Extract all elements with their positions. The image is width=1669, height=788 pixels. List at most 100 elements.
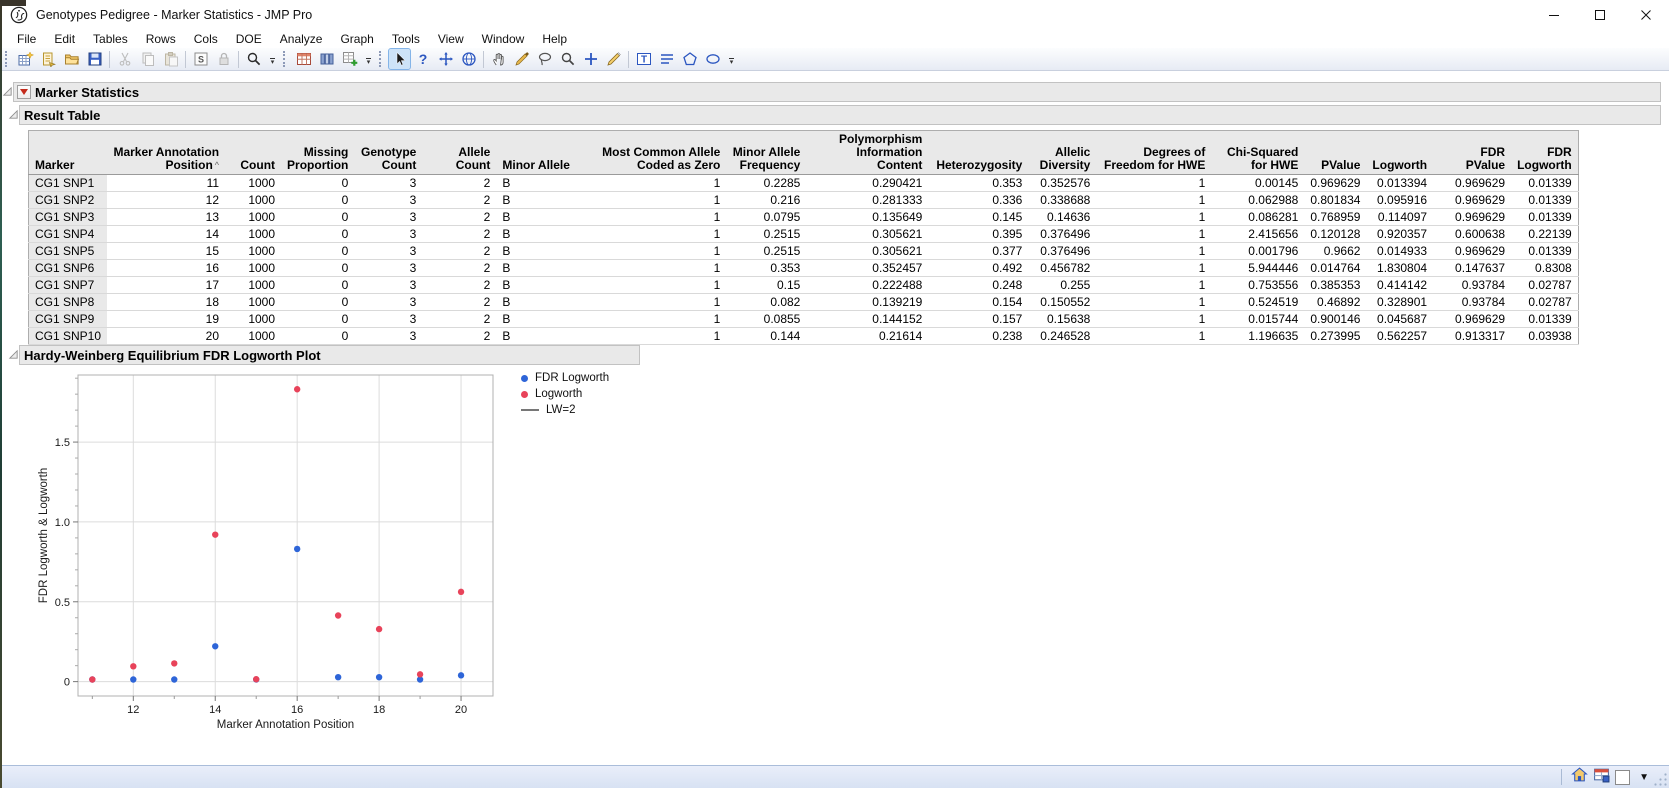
toolbar-drag-handle[interactable] <box>283 51 288 67</box>
search-icon[interactable] <box>243 49 264 69</box>
column-header[interactable]: Count <box>225 131 281 175</box>
toolbar-overflow-arrow[interactable]: ▾ <box>267 50 278 68</box>
lock-icon[interactable] <box>213 49 234 69</box>
move-tool-icon[interactable] <box>435 49 456 69</box>
table-row[interactable]: CG1 SNP9191000032B10.08550.1441520.1570.… <box>29 311 1579 328</box>
table-row[interactable]: CG1 SNP6161000032B10.3530.3524570.4920.4… <box>29 260 1579 277</box>
polygon-annotation-icon[interactable] <box>679 49 700 69</box>
menu-doe[interactable]: DOE <box>227 31 271 47</box>
table-row[interactable]: CG1 SNP1111000032B10.22850.2904210.3530.… <box>29 175 1579 192</box>
script-window-icon[interactable]: S <box>190 49 211 69</box>
table-row[interactable]: CG1 SNP3131000032B10.07950.1356490.1450.… <box>29 209 1579 226</box>
text-annotation-icon[interactable]: T <box>633 49 654 69</box>
outline-disclosure-icon[interactable] <box>2 86 13 97</box>
table-row[interactable]: CG1 SNP5151000032B10.25150.3056210.3770.… <box>29 243 1579 260</box>
save-icon[interactable] <box>84 49 105 69</box>
column-header[interactable]: Allele Count <box>422 131 496 175</box>
resize-grip[interactable] <box>1654 773 1668 787</box>
menu-cols[interactable]: Cols <box>185 31 227 47</box>
menu-rows[interactable]: Rows <box>137 31 185 47</box>
maximize-button[interactable] <box>1577 0 1623 30</box>
status-toggle[interactable] <box>1615 770 1630 785</box>
column-header[interactable]: Heterozygosity <box>928 131 1028 175</box>
table-cell: 2.415656 <box>1211 226 1304 243</box>
column-header[interactable]: Allelic Diversity <box>1028 131 1096 175</box>
column-header[interactable]: Logworth <box>1366 131 1433 175</box>
window-manager-icon[interactable] <box>1593 766 1610 788</box>
menu-edit[interactable]: Edit <box>45 31 84 47</box>
help-tool-icon[interactable]: ? <box>412 49 433 69</box>
marker-statistics-header[interactable]: Marker Statistics <box>13 82 1661 102</box>
outline-disclosure-icon[interactable] <box>8 109 19 120</box>
toolbar-overflow-arrow[interactable]: ▾ <box>363 50 374 68</box>
grabber-tool-icon[interactable] <box>488 49 509 69</box>
close-button[interactable] <box>1623 0 1669 30</box>
table-cell: 2 <box>422 175 496 192</box>
menu-analyze[interactable]: Analyze <box>271 31 332 47</box>
column-header[interactable]: Minor Allele <box>496 131 591 175</box>
table-row[interactable]: CG1 SNP8181000032B10.0820.1392190.1540.1… <box>29 294 1579 311</box>
annotate-pencil-icon[interactable] <box>603 49 624 69</box>
data-table-icon[interactable] <box>293 49 314 69</box>
dropdown-arrow-icon[interactable]: ▼ <box>1639 772 1649 783</box>
table-cell: 2 <box>422 294 496 311</box>
hwe-plot-header[interactable]: Hardy-Weinberg Equilibrium FDR Logworth … <box>19 345 640 365</box>
column-header[interactable]: Degrees of Freedom for HWE <box>1096 131 1211 175</box>
table-row[interactable]: CG1 SNP7171000032B10.150.2224880.2480.25… <box>29 277 1579 294</box>
column-header[interactable]: FDR Logworth <box>1511 131 1578 175</box>
home-icon[interactable] <box>1571 766 1588 788</box>
table-cell: 0.00145 <box>1211 175 1304 192</box>
legend-item[interactable]: LW=2 <box>521 403 609 417</box>
cut-icon[interactable] <box>114 49 135 69</box>
menu-window[interactable]: Window <box>473 31 534 47</box>
result-table-header[interactable]: Result Table <box>19 105 1661 125</box>
toolbar-drag-handle[interactable] <box>5 51 10 67</box>
column-header[interactable]: Chi-Squared for HWE <box>1211 131 1304 175</box>
menu-graph[interactable]: Graph <box>331 31 382 47</box>
minimize-button[interactable] <box>1531 0 1577 30</box>
add-rows-icon[interactable] <box>339 49 360 69</box>
lasso-tool-icon[interactable] <box>534 49 555 69</box>
select-points-icon[interactable] <box>458 49 479 69</box>
open-icon[interactable] <box>61 49 82 69</box>
new-journal-icon[interactable] <box>38 49 59 69</box>
column-header[interactable]: Marker <box>29 131 108 175</box>
red-triangle-menu-icon[interactable] <box>17 85 31 99</box>
legend-item[interactable]: FDR Logworth <box>521 371 609 385</box>
result-table[interactable]: MarkerMarker Annotation Position^CountMi… <box>28 130 1579 345</box>
menu-help[interactable]: Help <box>533 31 576 47</box>
toolbar-drag-handle[interactable] <box>379 51 384 67</box>
column-header[interactable]: PValue <box>1304 131 1366 175</box>
lines-annotation-icon[interactable] <box>656 49 677 69</box>
table-row[interactable]: CG1 SNP4141000032B10.25150.3056210.3950.… <box>29 226 1579 243</box>
hwe-plot-svg[interactable]: 121416182000.51.01.5Marker Annotation Po… <box>35 368 515 738</box>
menu-view[interactable]: View <box>429 31 473 47</box>
magnifier-tool-icon[interactable] <box>557 49 578 69</box>
column-header[interactable]: Most Common Allele Coded as Zero <box>591 131 726 175</box>
oval-annotation-icon[interactable] <box>702 49 723 69</box>
menu-tables[interactable]: Tables <box>84 31 137 47</box>
outline-disclosure-icon[interactable] <box>8 349 19 360</box>
copy-icon[interactable] <box>137 49 158 69</box>
legend-item[interactable]: Logworth <box>521 387 609 401</box>
column-header[interactable]: FDR PValue <box>1433 131 1511 175</box>
column-header[interactable]: Genotype Count <box>354 131 422 175</box>
column-header[interactable]: Marker Annotation Position^ <box>107 131 225 175</box>
menu-file[interactable]: File <box>8 31 45 47</box>
column-header[interactable]: Minor Allele Frequency <box>726 131 806 175</box>
menu-tools[interactable]: Tools <box>383 31 429 47</box>
column-header[interactable]: Missing Proportion <box>281 131 354 175</box>
new-data-table-icon[interactable] <box>15 49 36 69</box>
columns-viewer-icon[interactable] <box>316 49 337 69</box>
table-cell: 0.150552 <box>1028 294 1096 311</box>
toolbar-overflow-arrow[interactable]: ▾ <box>726 50 737 68</box>
paste-icon[interactable] <box>160 49 181 69</box>
arrow-tool-icon[interactable] <box>389 49 410 69</box>
table-row[interactable]: CG1 SNP2121000032B10.2160.2813330.3360.3… <box>29 192 1579 209</box>
table-row[interactable]: CG1 SNP10201000032B10.1440.216140.2380.2… <box>29 328 1579 345</box>
table-cell: 0.913317 <box>1433 328 1511 345</box>
brush-tool-icon[interactable] <box>511 49 532 69</box>
column-header[interactable]: Polymorphism Information Content <box>806 131 928 175</box>
crosshair-tool-icon[interactable] <box>580 49 601 69</box>
table-cell: 0.377 <box>928 243 1028 260</box>
